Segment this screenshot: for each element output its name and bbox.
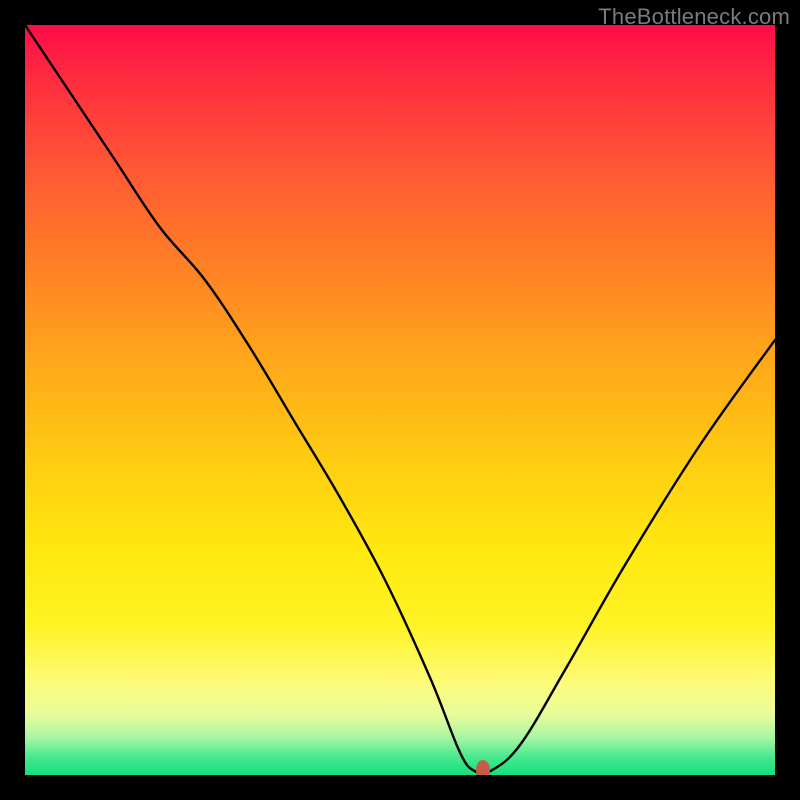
bottleneck-curve-path — [25, 25, 775, 774]
plot-area — [25, 25, 775, 775]
watermark-text: TheBottleneck.com — [598, 4, 790, 30]
optimum-marker — [476, 760, 490, 775]
line-chart — [25, 25, 775, 775]
chart-frame: TheBottleneck.com — [0, 0, 800, 800]
